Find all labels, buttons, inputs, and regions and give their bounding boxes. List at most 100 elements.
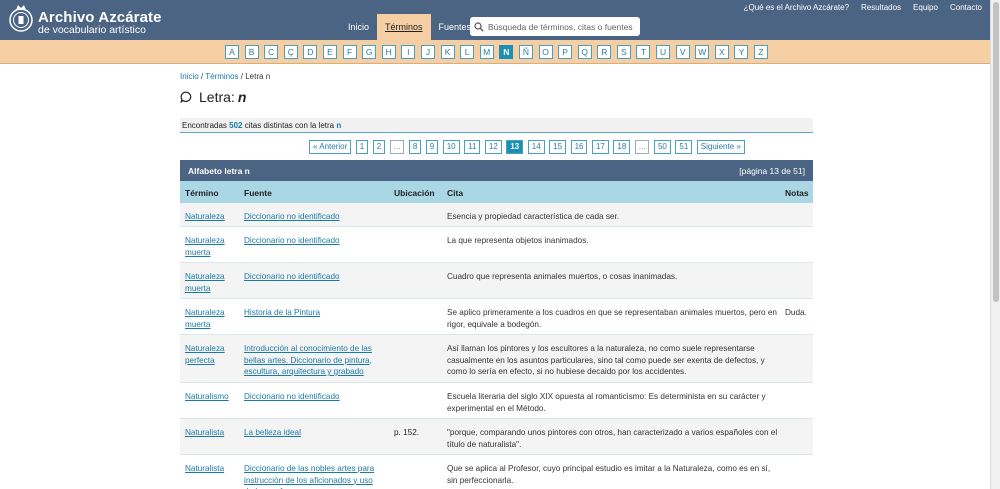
table-row: Naturaleza muerta Historia de la Pintura S…: [180, 299, 813, 335]
nav-terminos[interactable]: Términos: [377, 14, 431, 40]
letter-button[interactable]: L: [460, 45, 475, 59]
table-row: Naturaleza perfecta Introducción al conoc…: [180, 335, 813, 383]
term-link[interactable]: Naturalista: [185, 463, 240, 475]
quote-cell: Esencia y propiedad característica de ca…: [447, 212, 620, 221]
letter-button[interactable]: X: [714, 45, 729, 59]
table-row: Naturaleza muerta Diccionario no identifi…: [180, 227, 813, 263]
letter-button[interactable]: B: [244, 45, 259, 59]
results-summary: Encontradas 502 citas distintas con la l…: [180, 118, 813, 133]
source-link[interactable]: Introducción al conocimiento de las bell…: [244, 343, 379, 378]
pagination-ellipsis: ...: [634, 140, 650, 154]
table-title-bar: Alfabeto letra n [página 13 de 51]: [180, 160, 813, 181]
quote-cell: La que representa objetos inanimados.: [447, 236, 589, 245]
table-page-info: [página 13 de 51]: [739, 166, 805, 176]
letter-button[interactable]: Ç: [283, 45, 298, 59]
letter-button[interactable]: D: [303, 45, 318, 59]
table-title: Alfabeto letra n: [188, 166, 250, 176]
letter-button[interactable]: P: [558, 45, 573, 59]
letter-button[interactable]: K: [440, 45, 455, 59]
source-link[interactable]: Diccionario no identificado: [244, 391, 379, 403]
pagination-button[interactable]: 16: [570, 140, 588, 154]
table-row: Naturalismo Diccionario no identificado Es…: [180, 383, 813, 419]
quote-cell: Escuela literaria del siglo XIX opuesta …: [447, 392, 766, 413]
letter-button[interactable]: C: [264, 45, 279, 59]
source-link[interactable]: La belleza ideal: [244, 427, 379, 439]
pagination-button[interactable]: 51: [675, 140, 693, 154]
col-source: Fuente: [244, 188, 272, 198]
source-link[interactable]: Historia de la Pintura: [244, 307, 379, 319]
letter-button[interactable]: Ñ: [518, 45, 533, 59]
pagination-button[interactable]: 9: [425, 140, 439, 154]
pagination-button[interactable]: 2: [372, 140, 386, 154]
letter-button[interactable]: N: [499, 45, 514, 59]
pagination-button[interactable]: 12: [484, 140, 502, 154]
search-input[interactable]: [488, 21, 638, 32]
letter-button[interactable]: G: [362, 45, 377, 59]
table-row: Naturaleza Diccionario no identificado Ese…: [180, 203, 813, 227]
pagination-button[interactable]: 10: [442, 140, 460, 154]
letter-button[interactable]: J: [420, 45, 435, 59]
search-icon: [474, 21, 484, 32]
quote-cell: Así llaman los pintores y los escultores…: [447, 344, 765, 376]
source-link[interactable]: Diccionario de las nobles artes para ins…: [244, 463, 379, 489]
pagination-button[interactable]: 13: [506, 140, 524, 154]
letter-button[interactable]: M: [479, 45, 494, 59]
letter-button[interactable]: V: [675, 45, 690, 59]
pagination-button[interactable]: Siguiente »: [696, 140, 745, 154]
source-link[interactable]: Diccionario no identificado: [244, 235, 379, 247]
term-link[interactable]: Naturaleza muerta: [185, 235, 240, 258]
topnav-equipo[interactable]: Equipo: [913, 3, 938, 12]
letter-button[interactable]: R: [597, 45, 612, 59]
letter-button[interactable]: A: [225, 45, 239, 59]
term-link[interactable]: Naturaleza muerta: [185, 307, 240, 330]
pagination-button[interactable]: 11: [464, 140, 481, 154]
letter-button[interactable]: O: [538, 45, 553, 59]
letter-button[interactable]: S: [616, 45, 631, 59]
pagination-button[interactable]: « Anterior: [309, 140, 352, 154]
letter-button[interactable]: Y: [734, 45, 749, 59]
term-link[interactable]: Naturalismo: [185, 391, 240, 403]
pagination-button[interactable]: 15: [549, 140, 567, 154]
letter-button[interactable]: I: [401, 45, 416, 59]
letter-button[interactable]: F: [342, 45, 357, 59]
breadcrumb-home[interactable]: Inicio: [180, 72, 199, 81]
col-term: Término: [185, 188, 219, 198]
brand-subtitle[interactable]: de vocabulario artístico: [38, 24, 146, 36]
source-link[interactable]: Diccionario no identificado: [244, 211, 379, 223]
term-link[interactable]: Naturalista: [185, 427, 240, 439]
letter-button[interactable]: T: [636, 45, 651, 59]
pagination-button[interactable]: 50: [653, 140, 671, 154]
summary-text-2: citas distintas con la letra: [244, 121, 335, 130]
letter-button[interactable]: E: [322, 45, 337, 59]
letter-button[interactable]: Q: [577, 45, 592, 59]
title-prefix: Letra:: [199, 89, 235, 105]
vertical-scrollbar[interactable]: [990, 0, 1000, 489]
letter-button[interactable]: Z: [754, 45, 769, 59]
letter-button[interactable]: U: [656, 45, 671, 59]
nav-inicio[interactable]: Inicio: [340, 14, 377, 40]
source-link[interactable]: Diccionario no identificado: [244, 271, 379, 283]
title-letter: n: [237, 89, 247, 105]
pagination-button[interactable]: 18: [613, 140, 631, 154]
top-header: Archivo Azcárate de vocabulario artístic…: [0, 0, 990, 40]
term-link[interactable]: Naturaleza: [185, 211, 240, 223]
page-title: Letra: n: [180, 89, 246, 105]
term-link[interactable]: Naturaleza perfecta: [185, 343, 240, 366]
topnav-que-es[interactable]: ¿Qué es el Archivo Azcárate?: [744, 3, 849, 12]
seal-logo-icon[interactable]: [8, 4, 34, 34]
pagination-button[interactable]: 14: [527, 140, 545, 154]
breadcrumb-current: Letra n: [245, 72, 271, 81]
table-body: Naturaleza Diccionario no identificado Ese…: [180, 203, 813, 489]
breadcrumb-terms[interactable]: Términos: [205, 72, 238, 81]
letter-button[interactable]: H: [381, 45, 396, 59]
quote-cell: Que se aplica al Profesor, cuyo principa…: [447, 464, 771, 485]
topnav-resultados[interactable]: Resultados: [861, 3, 901, 12]
pagination-button[interactable]: 17: [591, 140, 609, 154]
term-link[interactable]: Naturaleza muerta: [185, 271, 240, 294]
scrollbar-thumb[interactable]: [993, 2, 999, 302]
letter-button[interactable]: W: [695, 45, 710, 59]
topnav-contacto[interactable]: Contacto: [950, 3, 982, 12]
search-box: [470, 17, 640, 36]
pagination-button[interactable]: 8: [408, 140, 422, 154]
pagination-button[interactable]: 1: [355, 140, 369, 154]
